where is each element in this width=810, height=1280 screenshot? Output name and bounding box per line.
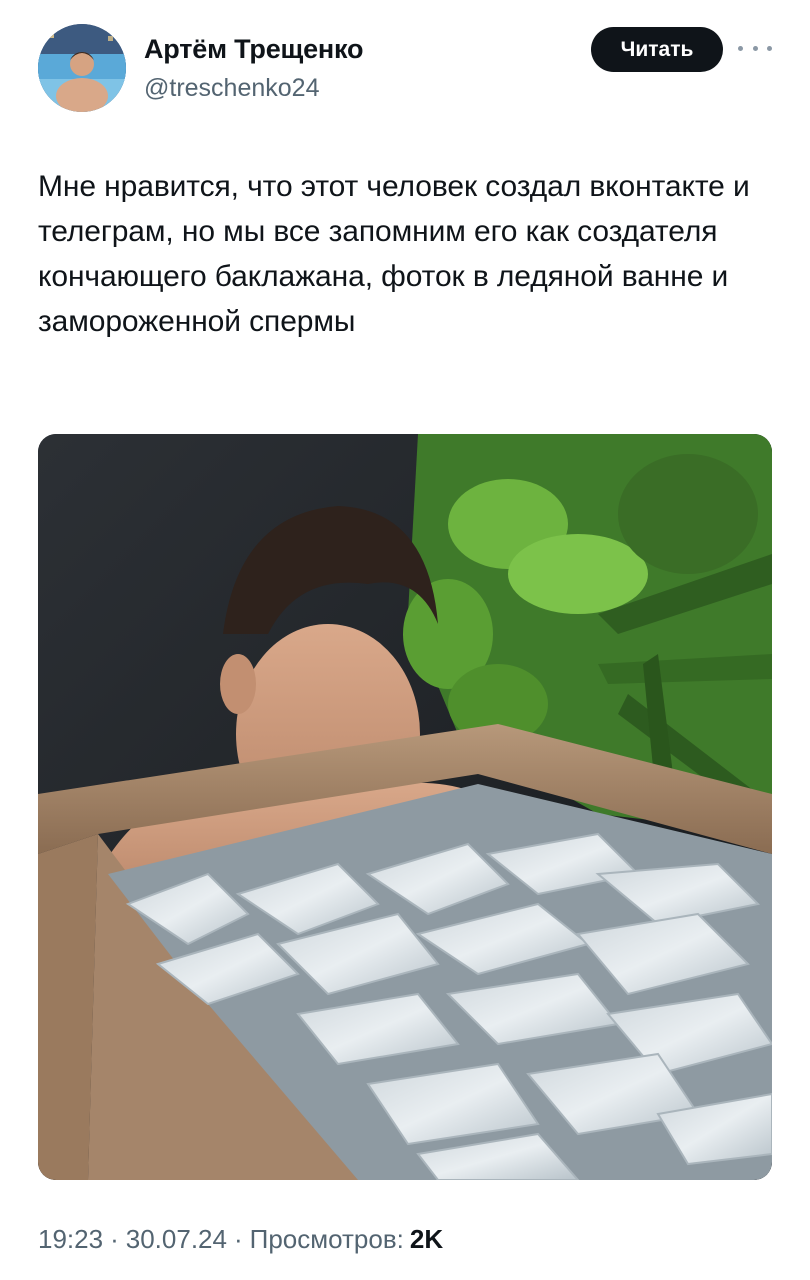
tweet-time[interactable]: 19:23 (38, 1224, 103, 1255)
tweet-meta: 19:23 · 30.07.24 · Просмотров: 2K (38, 1224, 443, 1255)
tweet-photo[interactable] (38, 434, 772, 1180)
views-count: 2K (409, 1224, 444, 1254)
ice-bath-photo (38, 434, 772, 1180)
author-handle[interactable]: @treschenko24 (144, 74, 319, 103)
views-label: Просмотров: (249, 1224, 404, 1254)
tweet-text: Мне нравится, что этот человек создал вк… (38, 170, 750, 338)
meta-separator: · (110, 1224, 119, 1254)
meta-separator: · (233, 1224, 243, 1254)
more-options-icon[interactable] (738, 38, 772, 58)
author-name[interactable]: Артём Трещенко (144, 34, 363, 65)
avatar-image (38, 24, 126, 112)
tweet: Артём Трещенко @treschenko24 Читать Мне … (0, 0, 810, 1280)
author-avatar[interactable] (38, 24, 126, 112)
follow-button[interactable]: Читать (591, 27, 723, 72)
tweet-date[interactable]: 30.07.24 (126, 1224, 227, 1255)
